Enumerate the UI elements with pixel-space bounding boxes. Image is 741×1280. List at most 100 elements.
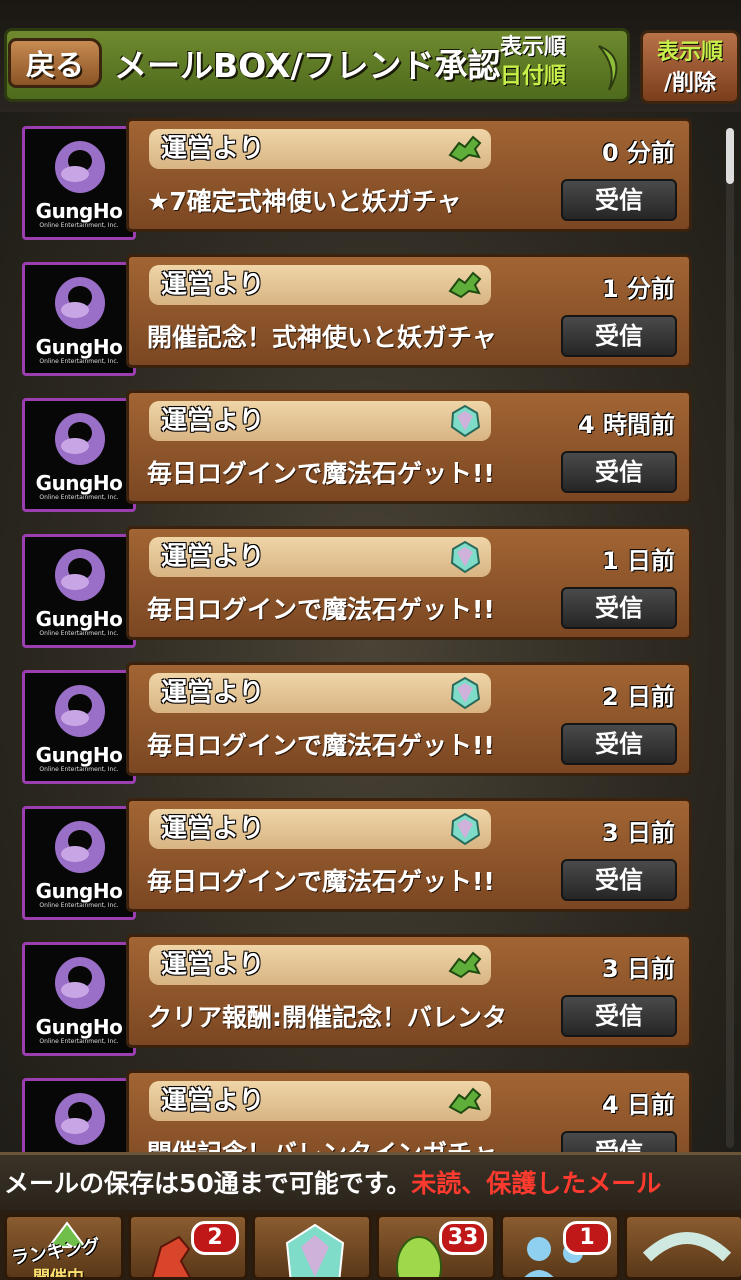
- mail-item[interactable]: GungHo Online Entertainment, Inc. 運営より 4…: [20, 1070, 692, 1152]
- mail-subject: クリア報酬:開催記念！バレンタ: [147, 1003, 507, 1032]
- receive-button[interactable]: 受信: [561, 1131, 677, 1152]
- brand-sub: Online Entertainment, Inc.: [39, 494, 119, 501]
- gungho-logo-icon: [55, 277, 105, 329]
- mail-card: 運営より 3 日前 毎日ログインで魔法石ゲット!! 受信: [126, 798, 692, 912]
- mail-sender: 運営より: [161, 1086, 265, 1116]
- sender-avatar: GungHo Online Entertainment, Inc.: [22, 1078, 136, 1152]
- mail-item[interactable]: GungHo Online Entertainment, Inc. 運営より 4…: [20, 390, 692, 514]
- mail-sender: 運営より: [161, 406, 265, 436]
- magic-stone-icon: [450, 677, 481, 709]
- mail-card: 運営より 2 日前 毎日ログインで魔法石ゲット!! 受信: [126, 662, 692, 776]
- egg-badge: 33: [439, 1221, 487, 1255]
- brand-sub: Online Entertainment, Inc.: [39, 358, 119, 365]
- leaf-arrow-icon: [595, 40, 623, 96]
- magic-stone-icon: [450, 541, 481, 573]
- ranking-button[interactable]: ランキング 開催中: [4, 1214, 124, 1280]
- mail-sender: 運営より: [161, 134, 265, 164]
- mail-subject: 開催記念！式神使いと妖ガチャ: [147, 323, 497, 352]
- scroll-thumb[interactable]: [726, 128, 734, 184]
- friend-button[interactable]: 1: [500, 1214, 620, 1280]
- receive-button[interactable]: 受信: [561, 451, 677, 493]
- brand-sub: Online Entertainment, Inc.: [39, 902, 119, 909]
- sender-box: 運営より: [149, 537, 491, 577]
- header-bar: 戻る メールBOX/フレンド承認 表示順 日付順 表示順 /削除: [0, 0, 741, 112]
- sort-delete-line2: /削除: [663, 71, 717, 96]
- magic-stone-icon: [285, 1223, 345, 1277]
- mail-sender: 運営より: [161, 950, 265, 980]
- mail-list: GungHo Online Entertainment, Inc. 運営より 0…: [0, 112, 741, 1152]
- mail-time: 1 分前: [601, 275, 675, 303]
- sender-box: 運営より: [149, 265, 491, 305]
- bottom-nav: ランキング 開催中 2 33 1: [0, 1210, 741, 1280]
- ranking-sub-label: 開催中: [33, 1268, 84, 1280]
- brand-name: GungHo: [35, 607, 123, 631]
- mail-item[interactable]: GungHo Online Entertainment, Inc. 運営より 2…: [20, 662, 692, 786]
- sender-box: 運営より: [149, 1081, 491, 1121]
- mail-subject: ★7確定式神使いと妖ガチャ: [147, 187, 462, 216]
- magic-stone-icon: [450, 813, 481, 845]
- sender-box: 運営より: [149, 809, 491, 849]
- mail-time: 3 日前: [601, 955, 675, 983]
- sender-box: 運営より: [149, 401, 491, 441]
- dragon-icon: [448, 271, 482, 299]
- egg-button[interactable]: 33: [376, 1214, 496, 1280]
- sender-avatar: GungHo Online Entertainment, Inc.: [22, 398, 136, 512]
- gungho-logo-icon: [55, 957, 105, 1009]
- mail-item[interactable]: GungHo Online Entertainment, Inc. 運営より 1…: [20, 526, 692, 650]
- sort-label: 表示順: [500, 35, 567, 60]
- brand-name: GungHo: [35, 743, 123, 767]
- gungho-logo-icon: [55, 549, 105, 601]
- mail-time: 2 日前: [601, 683, 675, 711]
- mail-card: 運営より 1 日前 毎日ログインで魔法石ゲット!! 受信: [126, 526, 692, 640]
- friend-badge: 1: [563, 1221, 611, 1255]
- mail-card: 運営より 4 日前 開催記念！バレンタインガチャ 受信: [126, 1070, 692, 1152]
- mail-time: 3 日前: [601, 819, 675, 847]
- receive-button[interactable]: 受信: [561, 587, 677, 629]
- mail-item[interactable]: GungHo Online Entertainment, Inc. 運営より 0…: [20, 118, 692, 242]
- monster-button[interactable]: 2: [128, 1214, 248, 1280]
- mail-subject: 毎日ログインで魔法石ゲット!!: [147, 731, 495, 760]
- brand-name: GungHo: [35, 471, 123, 495]
- other-button[interactable]: [624, 1214, 741, 1280]
- brand-name: GungHo: [35, 879, 123, 903]
- monster-badge: 2: [191, 1221, 239, 1255]
- mail-time: 0 分前: [601, 139, 675, 167]
- mail-item[interactable]: GungHo Online Entertainment, Inc. 運営より 1…: [20, 254, 692, 378]
- sender-avatar: GungHo Online Entertainment, Inc.: [22, 806, 136, 920]
- brand-name: GungHo: [35, 199, 123, 223]
- gungho-logo-icon: [55, 1093, 105, 1145]
- sort-order-toggle[interactable]: 表示順 日付順: [500, 33, 600, 95]
- receive-button[interactable]: 受信: [561, 995, 677, 1037]
- receive-button[interactable]: 受信: [561, 179, 677, 221]
- sender-avatar: GungHo Online Entertainment, Inc.: [22, 670, 136, 784]
- mail-sender: 運営より: [161, 814, 265, 844]
- gungho-logo-icon: [55, 685, 105, 737]
- gacha-button[interactable]: [252, 1214, 372, 1280]
- dragon-icon: [448, 1087, 482, 1115]
- receive-button[interactable]: 受信: [561, 315, 677, 357]
- mail-item[interactable]: GungHo Online Entertainment, Inc. 運営より 3…: [20, 798, 692, 922]
- sort-delete-line1: 表示順: [656, 40, 723, 65]
- mail-item[interactable]: GungHo Online Entertainment, Inc. 運営より 3…: [20, 934, 692, 1058]
- notice-highlight: 未読、保護したメール: [411, 1169, 662, 1198]
- mail-card: 運営より 4 時間前 毎日ログインで魔法石ゲット!! 受信: [126, 390, 692, 504]
- notice-text: メールの保存は50通まで可能です。: [4, 1169, 412, 1198]
- back-button[interactable]: 戻る: [8, 38, 102, 88]
- brand-name: GungHo: [35, 335, 123, 359]
- mail-card: 運営より 3 日前 クリア報酬:開催記念！バレンタ 受信: [126, 934, 692, 1048]
- mail-card: 運営より 1 分前 開催記念！式神使いと妖ガチャ 受信: [126, 254, 692, 368]
- brand-sub: Online Entertainment, Inc.: [39, 630, 119, 637]
- mail-subject: 毎日ログインで魔法石ゲット!!: [147, 595, 495, 624]
- brand-sub: Online Entertainment, Inc.: [39, 766, 119, 773]
- brand-sub: Online Entertainment, Inc.: [39, 1038, 119, 1045]
- sender-box: 運営より: [149, 129, 491, 169]
- page-title: メールBOX/フレンド承認: [114, 46, 501, 85]
- sort-delete-button[interactable]: 表示順 /削除: [640, 30, 740, 104]
- brand-name: GungHo: [35, 1015, 123, 1039]
- receive-button[interactable]: 受信: [561, 723, 677, 765]
- scrollbar[interactable]: [726, 128, 734, 1148]
- dragon-icon: [448, 951, 482, 979]
- receive-button[interactable]: 受信: [561, 859, 677, 901]
- dragon-icon: [448, 135, 482, 163]
- mail-subject: 開催記念！バレンタインガチャ: [147, 1133, 547, 1152]
